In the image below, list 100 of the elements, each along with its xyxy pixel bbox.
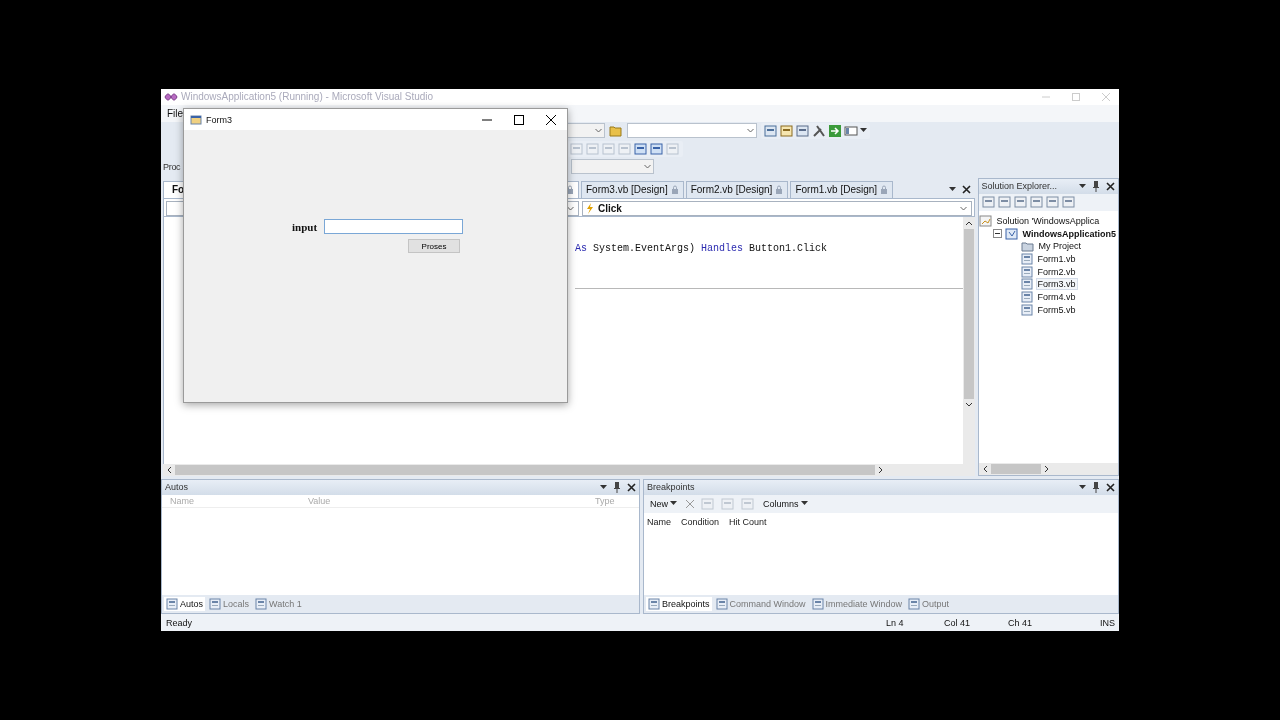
form-icon [1020,265,1033,278]
toolbar-icon[interactable] [650,141,664,156]
caret-icon[interactable] [670,501,677,507]
toolbar-icon[interactable] [796,123,810,138]
toolbar-label: Proc [162,161,182,172]
close-icon[interactable] [627,482,636,492]
lightning-icon [586,202,594,214]
toolbar-options-icon[interactable] [860,128,867,134]
column-header[interactable]: Name [647,516,671,527]
toolbar-icon[interactable] [634,141,648,156]
window-icon [908,598,921,611]
form-icon [1020,253,1033,266]
caret-icon[interactable] [800,501,808,507]
scrollbar-thumb[interactable] [175,464,875,475]
field-label: input [292,220,318,233]
scroll-down-icon[interactable] [964,401,973,408]
collapse-icon[interactable] [992,229,1002,239]
column-header[interactable]: Hit Count [729,516,767,527]
toolbar-icon[interactable] [780,123,794,138]
tree-item[interactable]: Form4.vb [1035,291,1078,304]
menu-item[interactable]: File [167,107,184,119]
tab-list-icon[interactable] [948,186,956,192]
proses-button[interactable]: Proses [408,239,460,253]
folder-icon[interactable] [609,124,623,138]
toolbar-icon[interactable] [764,123,778,138]
window-icon [255,598,268,611]
panel-menu-icon[interactable] [1079,183,1086,189]
delete-icon[interactable] [685,498,695,509]
window-title: WindowsApplication5 (Running) - Microsoft Visual Studio [181,91,434,103]
toolbar-icon[interactable] [1045,195,1060,210]
status-text: Ln 4 [886,617,905,628]
panel-tab[interactable]: Autos [164,597,205,612]
status-text: INS [1100,617,1116,628]
close-icon[interactable] [961,184,971,194]
panel-tab[interactable]: Locals [207,597,252,612]
app-icon [164,91,178,102]
status-text: Ready [166,617,193,628]
combo-box[interactable] [567,123,605,139]
project-icon [1004,227,1018,240]
lock-icon [670,185,679,195]
panel-menu-icon[interactable] [1079,484,1086,490]
toolbar-icon[interactable] [981,195,996,210]
toolbar-icon[interactable] [1013,195,1028,210]
panel-tab[interactable]: Output [906,597,952,612]
form-icon [190,114,202,125]
input-field[interactable] [324,219,464,234]
vertical-scrollbar[interactable] [962,216,975,464]
maximize-icon[interactable] [514,114,524,125]
scroll-right-icon[interactable] [878,465,884,474]
form-icon [1020,303,1033,316]
toolbar-icon[interactable] [1061,195,1076,210]
window-icon [811,598,824,611]
scrollbar-thumb[interactable] [963,228,974,399]
close-icon[interactable] [1106,181,1115,191]
window-icon [715,598,728,611]
window-icon [648,598,660,611]
document-tab[interactable]: Form1.vb [Design] [790,180,894,198]
toolbar-icon[interactable] [997,195,1012,210]
panel-title: Solution Explorer... [981,181,1059,192]
tools-icon[interactable] [812,123,826,138]
window-icon[interactable] [844,123,858,138]
horizontal-scrollbar[interactable] [978,462,1118,475]
form-icon [1020,278,1033,291]
scroll-left-icon[interactable] [981,464,988,473]
tree-item[interactable]: WindowsApplication5 [1020,227,1118,240]
panel-title: Breakpoints [647,482,696,493]
scroll-up-icon[interactable] [964,219,973,226]
event-dropdown[interactable]: Click [582,200,972,216]
tree-item[interactable]: Form3.vb [1035,278,1078,291]
panel-tab[interactable]: Command Window [713,597,808,612]
close-icon[interactable] [546,114,556,125]
toolbar-icon[interactable] [1029,195,1044,210]
panel-title: Autos [165,482,189,493]
panel-tab[interactable]: Breakpoints [646,597,712,612]
panel-tab[interactable]: Watch 1 [253,597,304,612]
status-text: Col 41 [944,617,971,628]
columns-button[interactable]: Columns [761,497,810,510]
tree-item[interactable]: Form2.vb [1035,265,1078,278]
close-icon[interactable] [1106,482,1115,492]
pin-icon[interactable] [613,481,621,493]
pin-icon[interactable] [1092,481,1100,493]
status-text: Ch 41 [1008,617,1034,628]
lock-icon [566,185,574,195]
tree-item[interactable]: Solution 'WindowsApplica [994,215,1102,228]
lock-icon [775,185,784,195]
scroll-left-icon[interactable] [166,465,172,474]
document-tab[interactable]: Form3.vb [Design] [581,180,684,198]
tree-item[interactable]: Form1.vb [1035,253,1078,266]
tree-item[interactable]: My Project [1036,240,1084,253]
code-line: As System.EventArgs) Handles Button1.Click [575,242,829,254]
folder-icon [1020,240,1034,253]
column-header[interactable]: Condition [681,516,720,527]
tree-item[interactable]: Form5.vb [1035,303,1078,316]
new-button[interactable]: New [648,497,679,510]
panel-menu-icon[interactable] [600,484,607,490]
scrollbar-thumb[interactable] [990,463,1041,474]
document-tab[interactable]: Form2.vb [Design] [685,180,789,198]
panel-tab[interactable]: Immediate Window [809,597,905,612]
pin-icon[interactable] [1092,180,1100,192]
scroll-right-icon[interactable] [1043,464,1050,473]
